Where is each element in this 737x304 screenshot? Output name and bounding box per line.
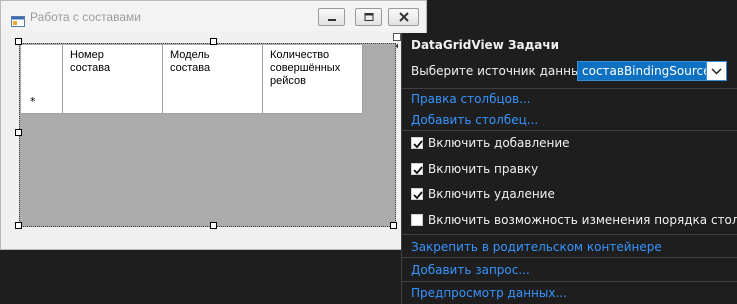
close-icon [399,12,409,22]
column-header-trips[interactable]: Количество совершённых рейсов [263,45,363,92]
grid-header: Номер состава Модель состава Количество … [21,45,363,93]
chevron-down-icon [711,68,722,75]
divider [402,281,737,282]
resize-handle[interactable] [15,129,22,136]
preview-data-link[interactable]: Предпросмотр данных... [411,286,567,300]
add-column-link[interactable]: Добавить столбец... [411,113,538,127]
divider [402,234,737,235]
panel-title: DataGridView Задачи [411,38,560,52]
new-row[interactable]: * [21,92,363,114]
divider [402,130,737,131]
smart-tag-arrow-icon [395,43,398,49]
datasource-label: Выберите источник данных: [411,64,592,78]
datasource-combobox[interactable]: составBindingSource [577,61,727,81]
row-header: * [21,92,63,113]
checkmark-icon [413,191,423,200]
resize-handle[interactable] [210,222,217,229]
edit-columns-link[interactable]: Правка столбцов... [411,92,531,106]
grid-cell[interactable] [63,92,163,113]
column-header-model[interactable]: Модель состава [163,45,263,92]
row-header-corner [21,45,63,92]
column-header-label: Модель состава [170,49,211,74]
checkmark-icon [413,166,423,175]
grid-cell[interactable] [263,92,363,113]
column-header-number[interactable]: Номер состава [63,45,163,92]
checkbox-label: Включить удаление [428,187,555,201]
minimize-button[interactable] [318,8,345,26]
minimize-icon [328,19,336,21]
checkbox-box[interactable] [411,163,423,175]
data-grid-view[interactable]: Номер состава Модель состава Количество … [19,43,396,227]
maximize-icon [364,13,374,21]
datasource-value: составBindingSource [582,64,711,78]
dropdown-button[interactable] [706,62,726,80]
resize-handle[interactable] [210,38,217,45]
column-header-label: Номер состава [70,49,111,74]
divider [402,88,737,89]
new-row-marker: * [30,95,36,108]
datagridview-tasks-panel: DataGridView Задачи Выберите источник да… [401,33,737,304]
checkbox-box[interactable] [411,137,423,149]
checkbox-box[interactable] [411,214,423,226]
form-titlebar: Работа с составами [1,1,426,31]
designer-form[interactable]: Работа с составами Номер состава Модель … [0,0,427,250]
divider [402,257,737,258]
form-icon [11,12,25,27]
checkbox-box[interactable] [411,188,423,200]
checkbox-label: Включить правку [428,162,539,176]
maximize-button[interactable] [355,8,382,26]
checkmark-icon [413,140,423,149]
form-title: Работа с составами [30,10,141,24]
resize-handle[interactable] [390,222,397,229]
resize-handle[interactable] [15,222,22,229]
grid-cell[interactable] [163,92,263,113]
checkbox-label: Включить добавление [428,136,570,150]
checkbox-label: Включить возможность изменения порядка с… [428,213,737,227]
smart-tag-glyph[interactable] [393,33,401,49]
column-header-label: Количество совершённых рейсов [270,49,341,87]
close-button[interactable] [388,8,419,26]
dock-in-parent-link[interactable]: Закрепить в родительском контейнере [411,240,662,254]
resize-handle[interactable] [15,38,22,45]
add-query-link[interactable]: Добавить запрос... [411,263,530,277]
